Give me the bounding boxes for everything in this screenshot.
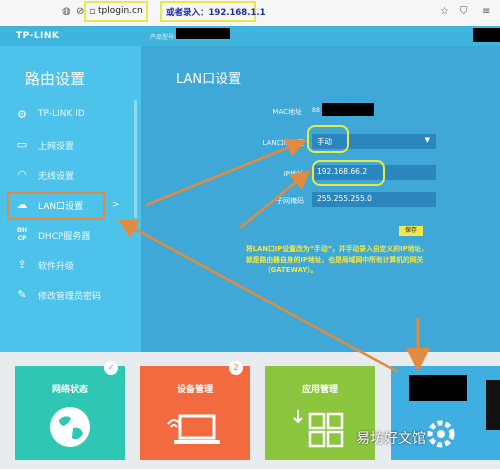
- dropdown-caret-icon: ▼: [424, 136, 430, 144]
- sidebar-item-label: 软件升级: [38, 262, 75, 272]
- page-title: LAN口设置: [176, 72, 242, 87]
- menu-icon[interactable]: ≡: [482, 6, 490, 17]
- settings-icon: [427, 420, 455, 448]
- lan-ip-mode-label: LAN口IP设置: [262, 139, 304, 147]
- sidebar-item-label: TP-LINK ID: [38, 109, 85, 119]
- annotation-highlight-box: [7, 192, 105, 220]
- tile-network-status[interactable]: 网络状态: [15, 366, 125, 460]
- sidebar-scrollbar[interactable]: [134, 100, 137, 218]
- tile-label: 设备管理: [176, 385, 213, 395]
- wifi-icon: ◠: [17, 168, 27, 181]
- redaction-box: [322, 103, 374, 116]
- annotation-note: 将LAN口IP设置改为“手动”，并手动录入自定义的IP地址， 就是路由器自身的I…: [246, 244, 486, 276]
- annotation-highlight-box: [307, 125, 349, 153]
- sidebar-item-wireless[interactable]: ◠ 无线设置: [12, 165, 140, 187]
- sidebar-item-label: DHCP服务器: [38, 232, 91, 242]
- redaction-box: [473, 28, 500, 42]
- mac-label: MAC地址: [272, 108, 302, 116]
- dhcp-icon: DH CP: [16, 227, 27, 242]
- sidebar-item-label: 修改管理员密码: [38, 292, 102, 302]
- tile-label: 应用管理: [301, 385, 338, 395]
- url-annotation: 或者录入：192.168.1.1: [166, 8, 266, 18]
- pencil-icon: ✎: [17, 288, 27, 301]
- save-button[interactable]: 保存: [399, 226, 423, 236]
- shield-icon: ◍: [62, 6, 71, 17]
- note-line: 就是路由器自身的IP地址，也是局域网中所有计算机的网关: [246, 255, 424, 264]
- sidebar-item-label: 无线设置: [38, 172, 75, 182]
- chevron-right-icon: >: [112, 200, 120, 210]
- apps-grid-icon: [293, 410, 344, 448]
- subnet-mask-input[interactable]: 255.255.255.0: [312, 192, 436, 207]
- bookmark-star-icon[interactable]: ☆: [440, 6, 449, 17]
- tile-badge-count: 2: [229, 361, 243, 375]
- redaction-box: [486, 380, 500, 430]
- sidebar-title: 路由设置: [25, 70, 86, 88]
- upload-icon: ⇪: [17, 258, 27, 271]
- sidebar-item-password[interactable]: ✎ 修改管理员密码: [12, 285, 140, 307]
- tile-badge-check: ✓: [104, 361, 118, 375]
- sidebar-item-label: 上网设置: [38, 142, 75, 152]
- watermark: 易坊好文馆: [356, 431, 426, 447]
- redaction-box: [176, 28, 230, 39]
- laptop-icon: ▭: [16, 138, 28, 151]
- sidebar-item-dhcp[interactable]: DH CP DHCP服务器: [12, 225, 140, 247]
- redaction-box: [409, 375, 467, 401]
- ip-address-label: IP地址: [283, 170, 304, 178]
- shield-account-icon[interactable]: ⛉: [460, 6, 468, 17]
- tile-label: 网络状态: [51, 385, 88, 395]
- url-text[interactable]: tplogin.cn: [98, 6, 143, 16]
- mac-value-prefix: B8: [312, 107, 320, 114]
- sidebar-item-tplink-id[interactable]: ⚙ TP-LINK ID: [12, 105, 140, 127]
- sidebar-item-internet[interactable]: ▭ 上网设置: [12, 135, 140, 157]
- page-icon: ▫: [89, 6, 96, 17]
- sidebar-item-upgrade[interactable]: ⇪ 软件升级: [12, 255, 140, 277]
- router-header: [0, 26, 500, 46]
- model-label: 产品型号:: [150, 34, 177, 41]
- globe-icon: [50, 407, 90, 447]
- brand-logo: TP-LINK: [16, 31, 60, 41]
- subnet-mask-label: 子网掩码: [276, 197, 304, 205]
- laptop-wifi-icon: [167, 414, 220, 444]
- subnet-mask-value: 255.255.255.0: [317, 194, 372, 203]
- gear-icon: ⚙: [17, 108, 27, 121]
- annotation-highlight-box: [312, 160, 385, 186]
- note-line: 将LAN口IP设置改为“手动”，并手动录入自定义的IP地址，: [246, 245, 428, 253]
- note-line: （GATEWAY）。: [264, 266, 318, 274]
- tile-device-management[interactable]: 设备管理: [140, 366, 250, 460]
